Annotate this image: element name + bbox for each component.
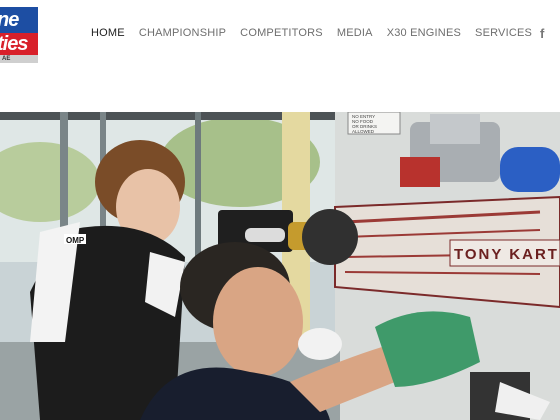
facebook-icon[interactable]: f <box>540 26 544 41</box>
site-header: ne ties AE HOME CHAMPIONSHIP COMPETITORS… <box>0 0 560 70</box>
site-logo[interactable]: ne ties AE <box>0 7 40 63</box>
nav-services[interactable]: SERVICES <box>475 27 532 39</box>
main-nav: HOME CHAMPIONSHIP COMPETITORS MEDIA X30 … <box>91 27 532 39</box>
logo-text-top: ne <box>0 9 19 31</box>
nav-x30-engines[interactable]: X30 ENGINES <box>387 27 461 39</box>
nav-media[interactable]: MEDIA <box>337 27 373 39</box>
kart-brand-label: TONY KART <box>454 246 559 263</box>
nav-home[interactable]: HOME <box>91 27 125 39</box>
suit-brand-label: OMP <box>66 236 85 245</box>
nav-championship[interactable]: CHAMPIONSHIP <box>139 27 226 39</box>
logo-text-middle: ties <box>0 33 28 55</box>
nav-competitors[interactable]: COMPETITORS <box>240 27 323 39</box>
hero-image: TONY KART OMP NO ENTRY NO FOOD OR DRINKS AL… <box>0 112 560 420</box>
hero-photo-illustration: TONY KART OMP NO ENTRYNO FOODOR DRINKSAL… <box>0 112 560 420</box>
logo-text-bottom: AE <box>2 56 11 62</box>
warning-sign-line: ALLOWED <box>352 129 375 134</box>
